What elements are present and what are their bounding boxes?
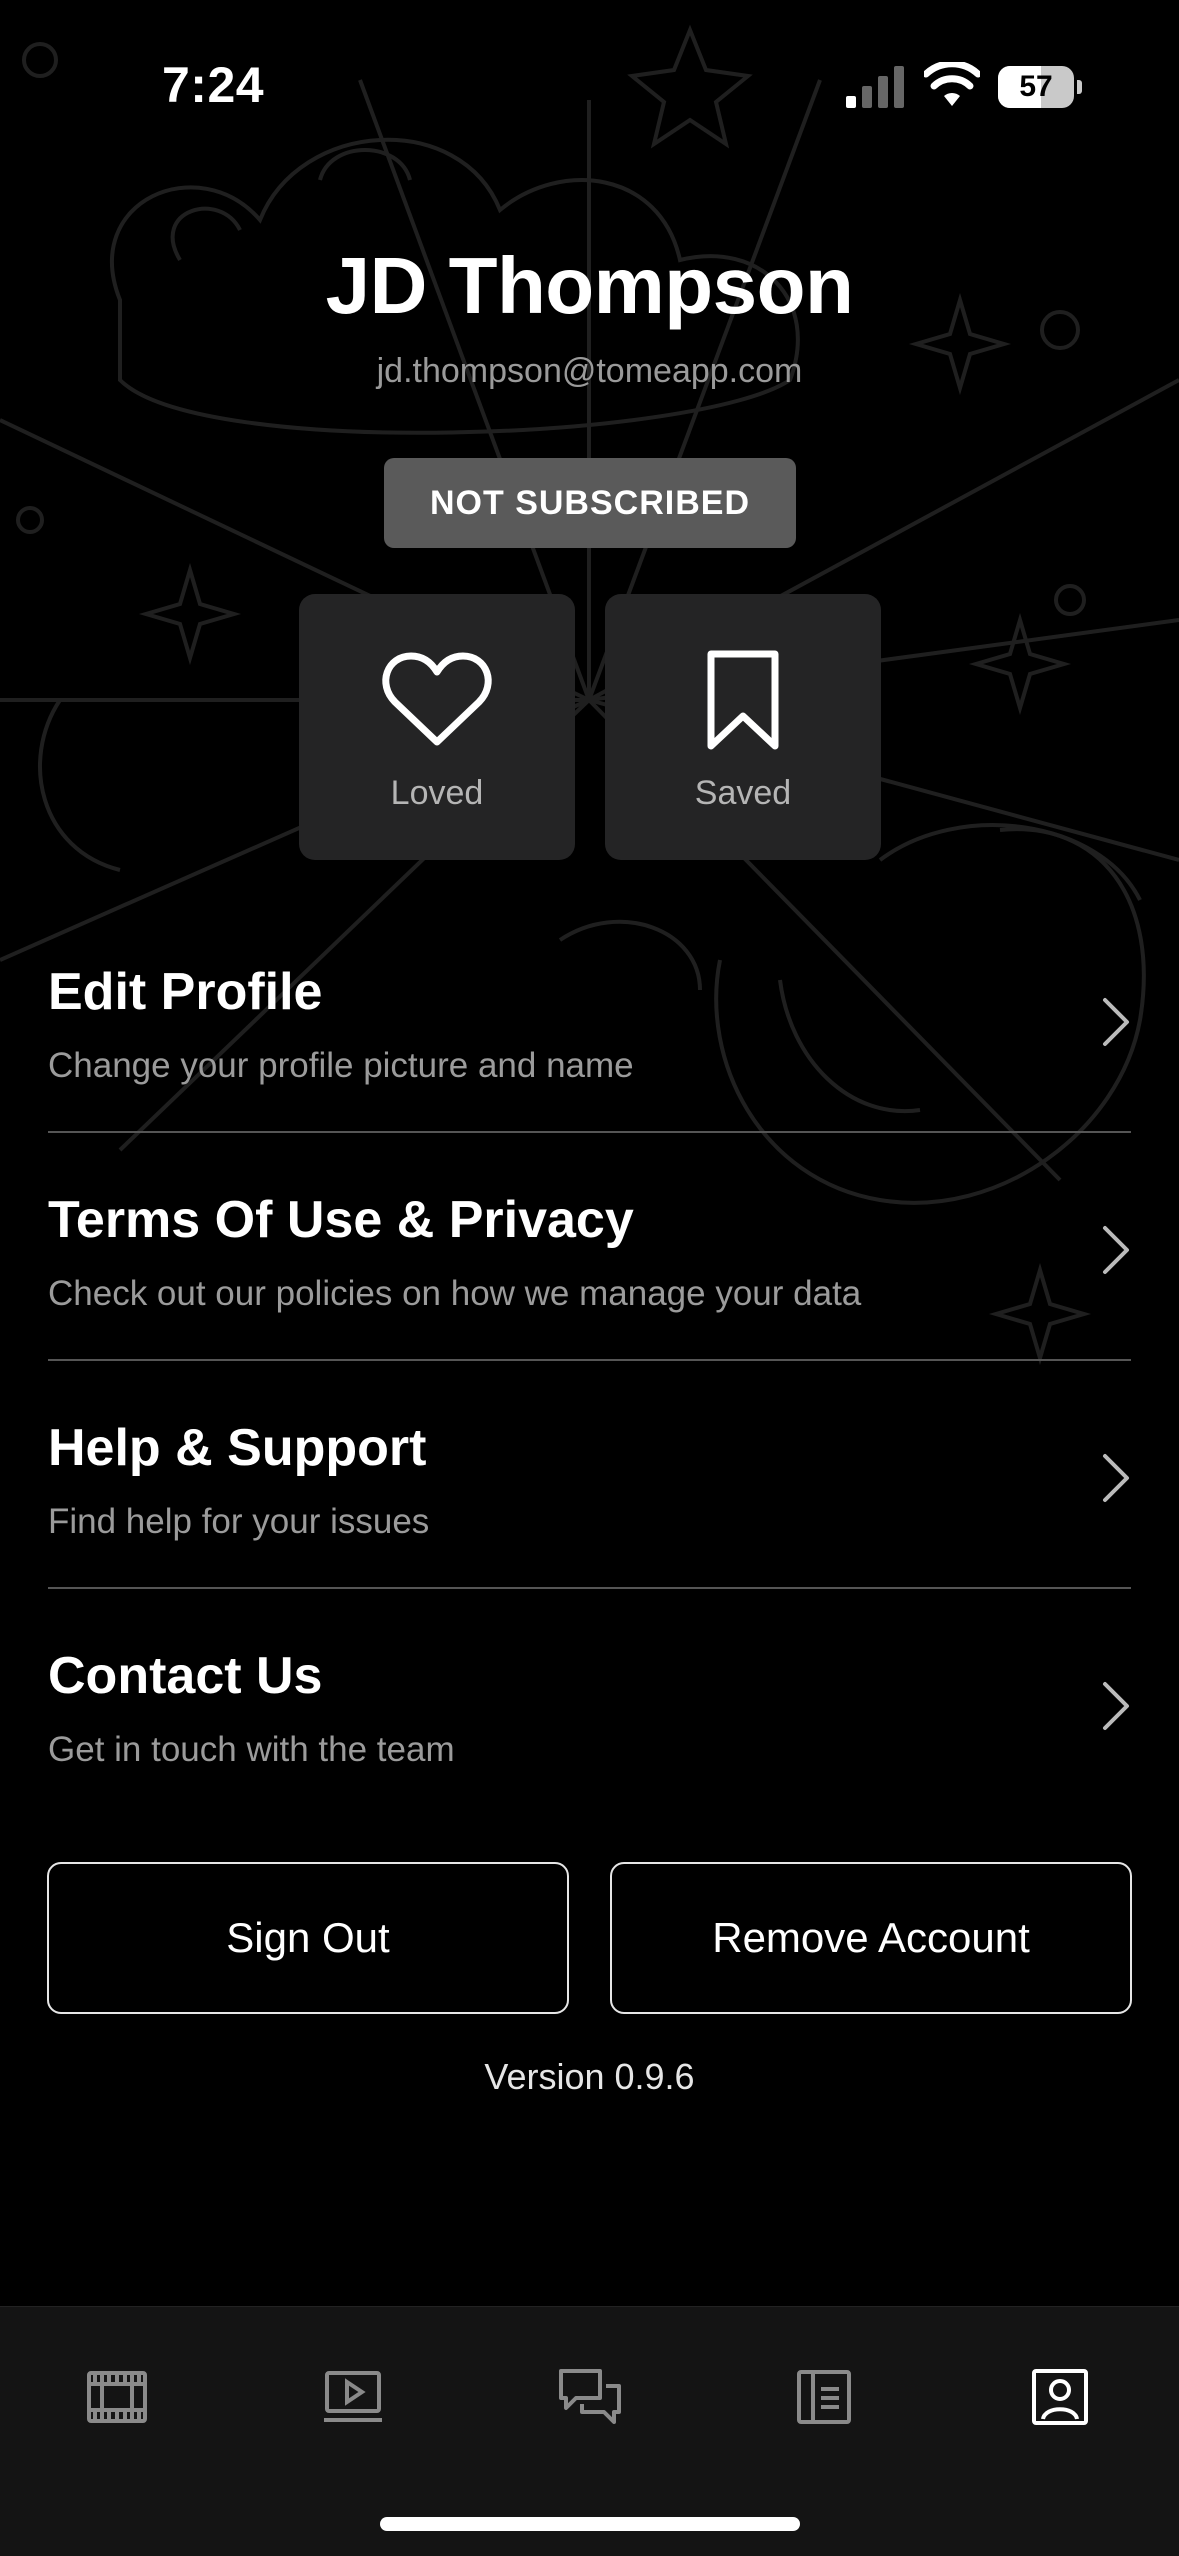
wifi-icon	[924, 62, 980, 106]
menu-item-help-support[interactable]: Help & Support Find help for your issues	[48, 1388, 1131, 1616]
chat-icon	[559, 2369, 621, 2424]
profile-icon	[1032, 2369, 1088, 2425]
status-bar: 7:24 57	[0, 0, 1179, 170]
loved-label: Loved	[390, 774, 484, 812]
menu-item-edit-profile[interactable]: Edit Profile Change your profile picture…	[48, 932, 1131, 1160]
battery-icon: 57	[998, 66, 1082, 108]
menu-item-contact-us[interactable]: Contact Us Get in touch with the team	[48, 1616, 1131, 1844]
menu-item-subtitle: Get in touch with the team	[48, 1730, 455, 1769]
chevron-right-icon	[1103, 998, 1129, 1046]
saved-tile[interactable]: Saved	[605, 594, 881, 860]
status-time: 7:24	[162, 57, 265, 113]
loved-tile[interactable]: Loved	[299, 594, 575, 860]
menu-item-terms-privacy[interactable]: Terms Of Use & Privacy Check out our pol…	[48, 1160, 1131, 1388]
menu-item-subtitle: Change your profile picture and name	[48, 1046, 634, 1085]
saved-label: Saved	[694, 774, 792, 812]
divider	[48, 1131, 1131, 1133]
chevron-right-icon	[1103, 1682, 1129, 1730]
bookmark-icon	[707, 650, 779, 750]
home-indicator	[380, 2517, 800, 2531]
tab-articles[interactable]	[764, 2337, 884, 2457]
chevron-right-icon	[1103, 1226, 1129, 1274]
battery-level: 57	[1019, 70, 1053, 103]
tab-chat[interactable]	[530, 2337, 650, 2457]
article-icon	[797, 2370, 851, 2424]
tab-film[interactable]	[57, 2337, 177, 2457]
profile-email: jd.thompson@tomeapp.com	[376, 352, 803, 390]
sign-out-button[interactable]: Sign Out	[47, 1862, 569, 2014]
app-version: Version 0.9.6	[484, 2056, 695, 2097]
subscription-status-badge[interactable]: NOT SUBSCRIBED	[384, 458, 796, 548]
chevron-right-icon	[1103, 1454, 1129, 1502]
film-icon	[87, 2371, 147, 2423]
heart-icon	[382, 652, 492, 746]
divider	[48, 1587, 1131, 1589]
menu-item-title: Help & Support	[48, 1419, 427, 1477]
menu-item-title: Edit Profile	[48, 963, 323, 1021]
profile-name: JD Thompson	[325, 241, 854, 330]
video-icon	[324, 2371, 382, 2422]
tab-video[interactable]	[293, 2337, 413, 2457]
cellular-signal-icon	[846, 66, 904, 108]
divider	[48, 1359, 1131, 1361]
tab-profile[interactable]	[1000, 2337, 1120, 2457]
remove-account-button[interactable]: Remove Account	[610, 1862, 1132, 2014]
menu-item-subtitle: Check out our policies on how we manage …	[48, 1274, 862, 1313]
menu-item-title: Terms Of Use & Privacy	[48, 1191, 634, 1249]
menu-item-title: Contact Us	[48, 1647, 323, 1705]
menu-item-subtitle: Find help for your issues	[48, 1502, 430, 1541]
